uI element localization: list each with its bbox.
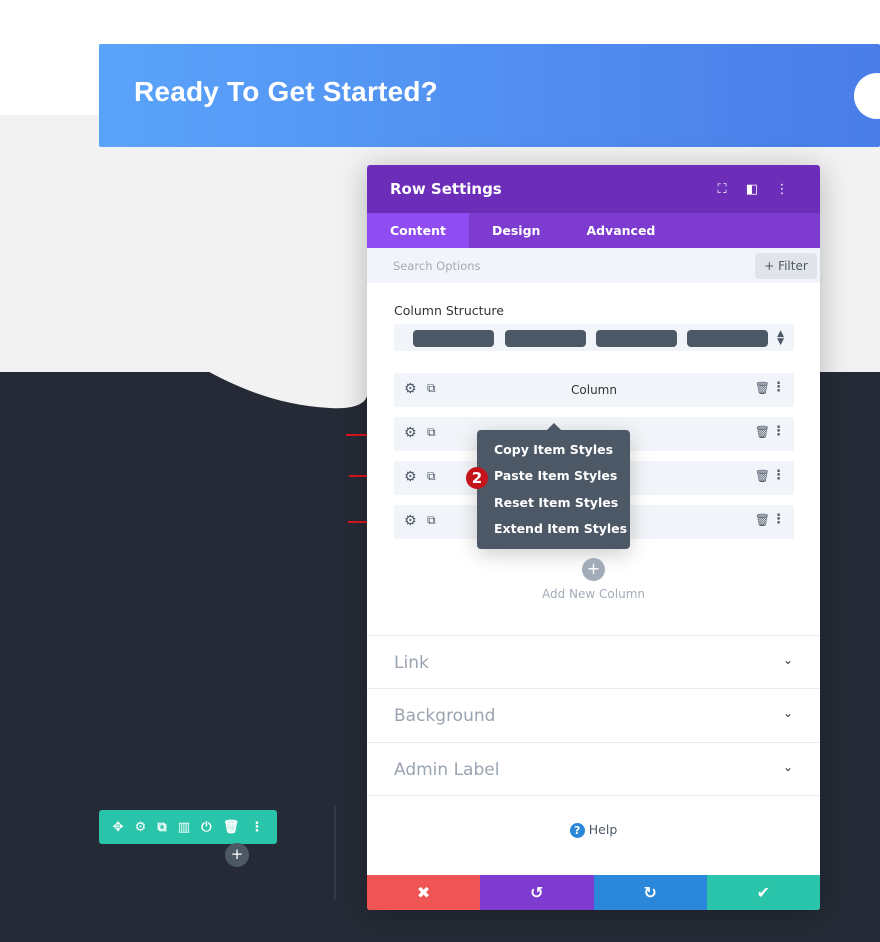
panel-footer: ✖ ↺ ↻ ✔ (367, 875, 820, 910)
search-input[interactable]: Search Options + Filter (367, 248, 820, 283)
redo-button[interactable]: ↻ (593, 875, 707, 910)
sidebar-icon[interactable]: ◧ (737, 182, 767, 197)
filter-button[interactable]: + Filter (755, 253, 817, 279)
more-icon[interactable]: ⋮ (250, 820, 263, 835)
duplicate-icon[interactable]: ⧉ (427, 513, 436, 528)
more-icon[interactable]: ⋮ (772, 468, 785, 483)
gear-icon[interactable]: ⚙ (135, 820, 147, 835)
chevron-down-icon: ⌄ (782, 760, 793, 774)
cancel-button[interactable]: ✖ (367, 875, 481, 910)
chevron-down-icon: ⌄ (782, 706, 793, 720)
tab-design[interactable]: Design (469, 213, 563, 248)
row-settings-panel: Row Settings ⛶ ◧ ⋮ Content Design Advanc… (367, 165, 820, 910)
panel-header: Row Settings ⛶ ◧ ⋮ (367, 165, 820, 213)
save-button[interactable]: ✔ (706, 875, 820, 910)
more-icon[interactable]: ⋮ (772, 512, 785, 527)
tabs: Content Design Advanced (367, 213, 820, 248)
duplicate-icon[interactable]: ⧉ (157, 820, 166, 835)
menu-item-paste-styles[interactable]: Paste Item Styles (477, 468, 630, 494)
column-structure-select[interactable]: ▲ ▼ (394, 324, 794, 351)
duplicate-icon[interactable]: ⧉ (427, 425, 436, 440)
more-icon[interactable]: ⋮ (767, 182, 797, 197)
section-background[interactable]: Background ⌄ (367, 688, 820, 742)
chevron-down-icon: ⌄ (782, 653, 793, 667)
move-icon[interactable]: ✥ (113, 820, 124, 835)
duplicate-icon[interactable]: ⧉ (427, 469, 436, 484)
trash-icon[interactable]: 🗑 (755, 513, 770, 527)
search-placeholder: Search Options (393, 258, 481, 273)
menu-item-copy-styles[interactable]: Copy Item Styles (477, 442, 630, 468)
power-icon[interactable]: ⏻ (201, 820, 211, 835)
trash-icon[interactable]: 🗑 (755, 425, 770, 439)
column-item[interactable]: ⚙ ⧉ Column 🗑 ⋮ (394, 373, 794, 407)
column-structure-label: Column Structure (394, 303, 504, 318)
cta-banner: Ready To Get Started? (99, 44, 880, 147)
section-admin-label[interactable]: Admin Label ⌄ (367, 742, 820, 796)
fullscreen-icon[interactable]: ⛶ (707, 182, 737, 197)
menu-item-extend-styles[interactable]: Extend Item Styles (477, 521, 630, 547)
column-label: Column (571, 383, 617, 397)
section-title: Background (394, 706, 496, 726)
select-arrows-icon: ▲ ▼ (777, 329, 784, 347)
add-column-label[interactable]: Add New Column (367, 587, 820, 601)
tab-advanced[interactable]: Advanced (563, 213, 678, 248)
tab-content[interactable]: Content (367, 213, 469, 248)
section-link[interactable]: Link ⌄ (367, 635, 820, 689)
section-title: Admin Label (394, 760, 500, 780)
gear-icon[interactable]: ⚙ (404, 469, 417, 485)
more-icon[interactable]: ⋮ (772, 424, 785, 439)
row-toolbar: ✥ ⚙ ⧉ ▥ ⏻ 🗑 ⋮ (99, 810, 277, 844)
menu-item-reset-styles[interactable]: Reset Item Styles (477, 495, 630, 521)
panel-title: Row Settings (390, 180, 502, 198)
gear-icon[interactable]: ⚙ (404, 425, 417, 441)
section-title: Link (394, 653, 429, 673)
add-column-button[interactable]: + (582, 558, 605, 581)
add-row-button[interactable]: + (225, 843, 249, 867)
context-menu: Copy Item Styles Paste Item Styles Reset… (477, 423, 630, 549)
columns-icon[interactable]: ▥ (178, 820, 190, 835)
help-label: Help (588, 822, 618, 837)
gear-icon[interactable]: ⚙ (404, 513, 417, 529)
step-badge: 2 (466, 467, 488, 489)
trash-icon[interactable]: 🗑 (755, 381, 770, 395)
help-link[interactable]: ? Help (367, 822, 820, 838)
more-icon[interactable]: ⋮ (772, 380, 785, 395)
help-icon: ? (569, 823, 585, 838)
undo-button[interactable]: ↺ (480, 875, 594, 910)
trash-icon[interactable]: 🗑 (223, 820, 240, 835)
trash-icon[interactable]: 🗑 (755, 469, 770, 483)
banner-title: Ready To Get Started? (134, 76, 438, 107)
banner-button[interactable] (854, 73, 880, 119)
